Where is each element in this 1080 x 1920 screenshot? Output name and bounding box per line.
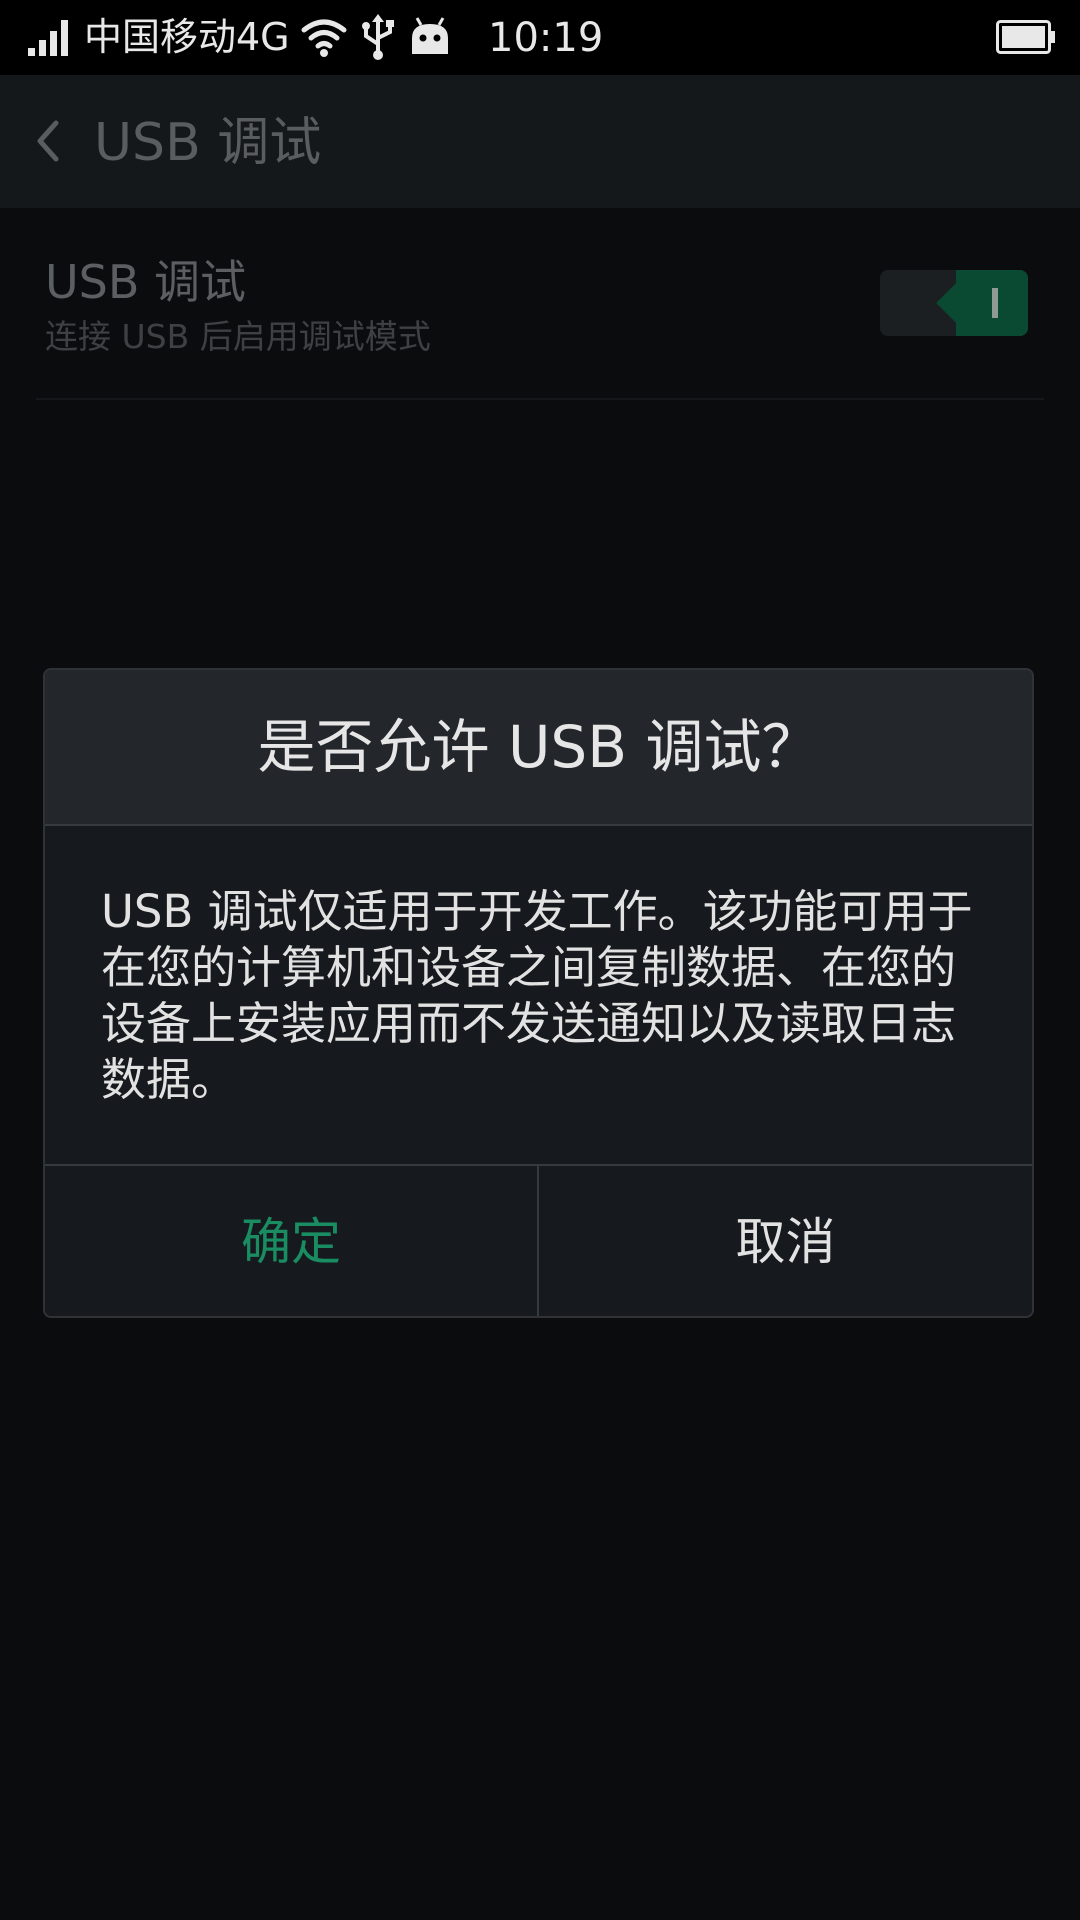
cancel-button[interactable]: 取消 (539, 1166, 1032, 1316)
toggle-on-mark (992, 288, 998, 318)
signal-icon (28, 20, 68, 56)
screen: 中国移动4G 10:19 USB 调试 USB 调试 连接 USB 后启用调试模… (0, 0, 1080, 1920)
page-title: USB 调试 (94, 113, 322, 173)
clock: 10:19 (488, 15, 604, 61)
confirm-button[interactable]: 确定 (45, 1166, 539, 1316)
setting-title: USB 调试 (45, 255, 247, 309)
status-bar: 中国移动4G 10:19 (0, 0, 1080, 75)
dialog-message: USB 调试仅适用于开发工作。该功能可用于在您的计算机和设备之间复制数据、在您的… (101, 885, 973, 1106)
battery-icon (996, 20, 1055, 54)
wifi-icon (301, 19, 347, 57)
usb-debugging-setting-row[interactable]: USB 调试 连接 USB 后启用调试模式 (0, 208, 1080, 400)
divider (36, 398, 1044, 400)
dialog-button-bar: 确定 取消 (45, 1164, 1032, 1316)
app-header: USB 调试 (0, 75, 1080, 208)
back-arrow-icon[interactable] (30, 115, 66, 167)
toggle-knob (956, 270, 1028, 336)
setting-subtitle: 连接 USB 后启用调试模式 (45, 317, 431, 356)
dialog-header: 是否允许 USB 调试？ (45, 670, 1032, 826)
usb-debugging-toggle[interactable] (880, 270, 1028, 336)
usb-icon (362, 14, 394, 60)
usb-debugging-dialog: 是否允许 USB 调试？ USB 调试仅适用于开发工作。该功能可用于在您的计算机… (43, 668, 1034, 1318)
android-icon (412, 17, 448, 54)
carrier-label: 中国移动4G (84, 15, 290, 59)
dialog-title: 是否允许 USB 调试？ (257, 713, 820, 781)
